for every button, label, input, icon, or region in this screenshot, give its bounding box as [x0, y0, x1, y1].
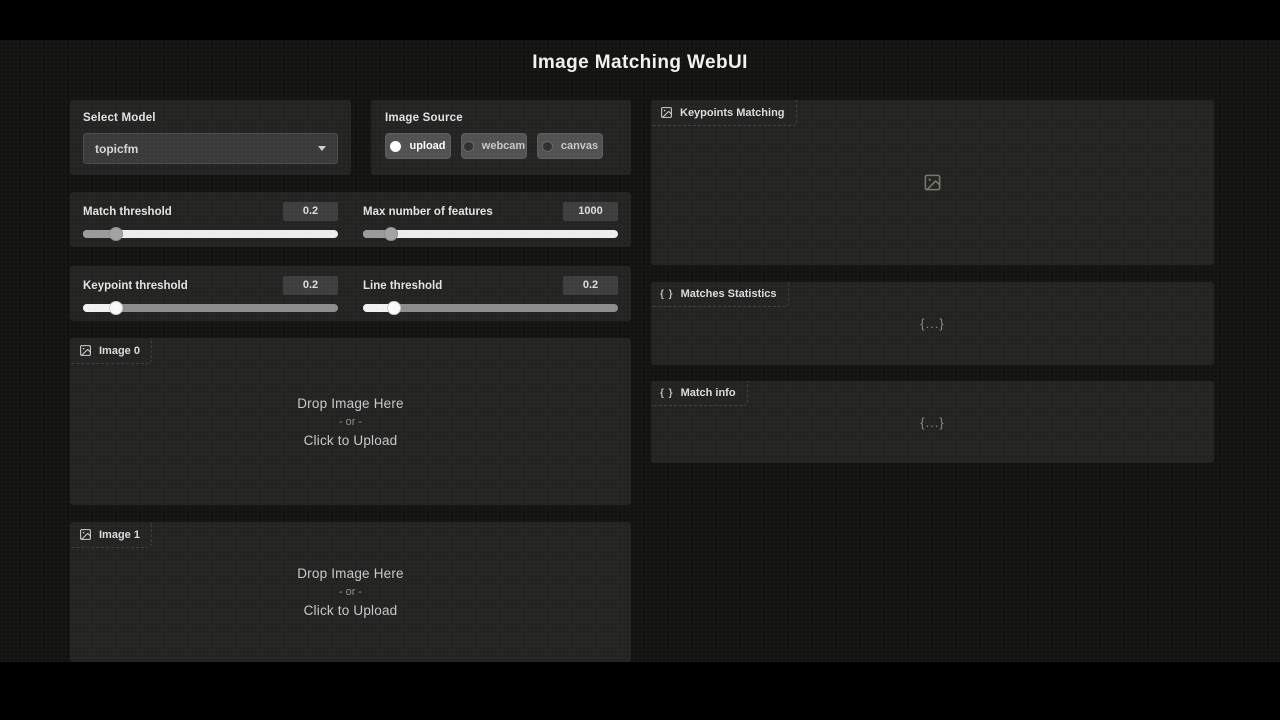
- slider-thumb[interactable]: [109, 227, 123, 241]
- drop-image-text: Drop Image Here: [297, 566, 404, 581]
- slider-row-1-panel: Match threshold 0.2 Max number of featur…: [70, 192, 631, 247]
- image-1-panel: Image 1 Drop Image Here - or - Click to …: [70, 522, 631, 662]
- image-placeholder-icon: [923, 173, 942, 192]
- json-placeholder: {...}: [920, 415, 945, 430]
- keypoint-threshold-slider-group: Keypoint threshold 0.2: [83, 276, 338, 312]
- keypoints-matching-label: Keypoints Matching: [680, 107, 785, 119]
- max-features-value[interactable]: 1000: [563, 202, 618, 221]
- json-braces-icon: { }: [660, 289, 674, 300]
- radio-option-label: upload: [409, 140, 445, 152]
- match-info-panel: { } Match info {...}: [651, 381, 1214, 463]
- image-0-badge: Image 0: [70, 338, 152, 364]
- select-model-panel: Select Model topicfm: [70, 100, 351, 175]
- radio-dot-icon: [542, 141, 553, 152]
- keypoint-threshold-value[interactable]: 0.2: [283, 276, 338, 295]
- drop-image-text: Drop Image Here: [297, 396, 404, 411]
- line-threshold-slider[interactable]: [363, 304, 618, 312]
- keypoints-matching-panel: Keypoints Matching: [651, 100, 1214, 265]
- slider-thumb[interactable]: [387, 301, 401, 315]
- letterbox-top-bar: [0, 0, 1280, 40]
- model-dropdown[interactable]: topicfm: [83, 133, 338, 164]
- model-dropdown-value: topicfm: [95, 142, 138, 156]
- slider-row-2-panel: Keypoint threshold 0.2 Line threshold 0.…: [70, 266, 631, 321]
- radio-option-upload[interactable]: upload: [385, 133, 451, 159]
- image-1-drop-zone[interactable]: Drop Image Here - or - Click to Upload: [70, 522, 631, 662]
- keypoint-threshold-label: Keypoint threshold: [83, 280, 188, 292]
- letterboxed-stage: Image Matching WebUI Select Model topicf…: [0, 0, 1280, 720]
- letterbox-bottom-bar: [0, 662, 1280, 720]
- matches-statistics-panel: { } Matches Statistics {...}: [651, 282, 1214, 365]
- radio-option-webcam[interactable]: webcam: [461, 133, 527, 159]
- line-threshold-label: Line threshold: [363, 280, 442, 292]
- matches-statistics-badge: { } Matches Statistics: [651, 282, 789, 307]
- match-info-label: Match info: [681, 387, 736, 399]
- image-0-panel: Image 0 Drop Image Here - or - Click to …: [70, 338, 631, 505]
- line-threshold-slider-group: Line threshold 0.2: [363, 276, 618, 312]
- image-icon: [79, 528, 92, 541]
- match-threshold-label: Match threshold: [83, 206, 172, 218]
- image-source-panel: Image Source upload webcam canvas: [371, 100, 631, 175]
- radio-option-canvas[interactable]: canvas: [537, 133, 603, 159]
- click-to-upload-text: Click to Upload: [304, 603, 398, 618]
- radio-dot-icon: [463, 141, 474, 152]
- max-features-slider-group: Max number of features 1000: [363, 202, 618, 238]
- page-title: Image Matching WebUI: [0, 52, 1280, 74]
- image-source-label: Image Source: [385, 112, 617, 124]
- image-0-label: Image 0: [99, 345, 140, 357]
- select-model-label: Select Model: [83, 112, 338, 124]
- match-threshold-slider[interactable]: [83, 230, 338, 238]
- keypoints-matching-badge: Keypoints Matching: [651, 100, 797, 126]
- image-icon: [660, 106, 673, 119]
- slider-thumb[interactable]: [384, 227, 398, 241]
- match-threshold-slider-group: Match threshold 0.2: [83, 202, 338, 238]
- keypoint-threshold-slider[interactable]: [83, 304, 338, 312]
- max-features-label: Max number of features: [363, 206, 493, 218]
- slider-thumb[interactable]: [109, 301, 123, 315]
- matches-statistics-label: Matches Statistics: [681, 288, 777, 300]
- image-source-options: upload webcam canvas: [385, 133, 617, 159]
- image-1-label: Image 1: [99, 529, 140, 541]
- json-placeholder: {...}: [920, 316, 945, 331]
- match-info-badge: { } Match info: [651, 381, 748, 406]
- or-text: - or -: [339, 586, 362, 598]
- image-1-badge: Image 1: [70, 522, 152, 548]
- image-0-drop-zone[interactable]: Drop Image Here - or - Click to Upload: [70, 338, 631, 505]
- max-features-slider[interactable]: [363, 230, 618, 238]
- radio-dot-icon: [390, 141, 401, 152]
- line-threshold-value[interactable]: 0.2: [563, 276, 618, 295]
- or-text: - or -: [339, 416, 362, 428]
- radio-option-label: canvas: [561, 140, 598, 152]
- radio-option-label: webcam: [482, 140, 525, 152]
- image-icon: [79, 344, 92, 357]
- json-braces-icon: { }: [660, 388, 674, 399]
- match-threshold-value[interactable]: 0.2: [283, 202, 338, 221]
- click-to-upload-text: Click to Upload: [304, 433, 398, 448]
- chevron-down-icon: [318, 146, 326, 151]
